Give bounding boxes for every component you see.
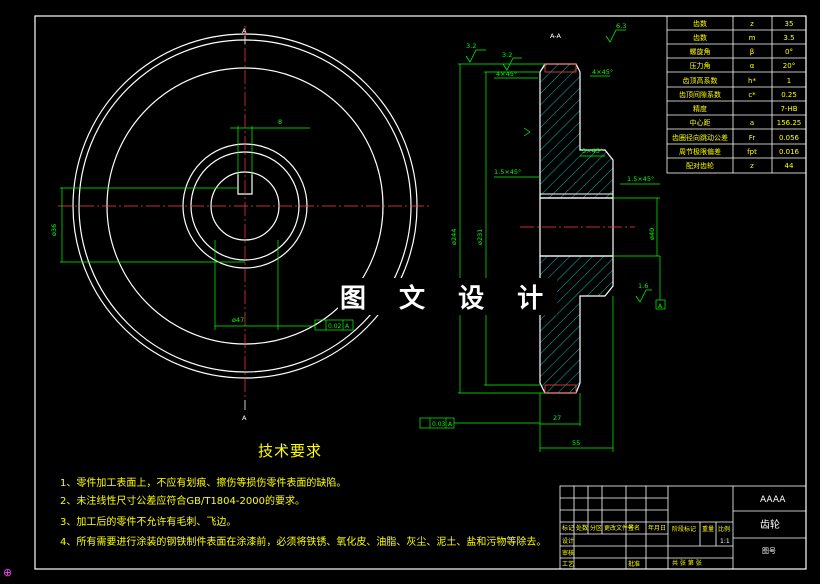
- param-name: 齿数: [693, 19, 707, 28]
- title-block-text: AAAA 齿轮 图号 1:1 标记 处数 分区 更改文件号 签名 年月日 设计 …: [562, 495, 786, 568]
- param-value: 0.25: [781, 91, 797, 99]
- col-label: 分区: [590, 524, 602, 532]
- front-datum: A: [345, 323, 350, 330]
- parameter-table-text: 齿数 z 35 齿数 m 3.5 螺旋角 β 0° 压力角 α 20° 齿顶高系…: [672, 19, 801, 170]
- param-symbol: Fr: [749, 134, 756, 142]
- tech-requirement-line: 2、未注线性尺寸公差应符合GB/T1804-2000的要求。: [60, 496, 305, 507]
- row-label: 工艺: [562, 560, 574, 568]
- scale-value: 1:1: [720, 538, 730, 545]
- param-name: 齿数: [693, 33, 707, 42]
- dia-root: ø231: [476, 229, 484, 245]
- company-name: AAAA: [760, 495, 786, 505]
- section-datum-ref: A: [448, 421, 453, 428]
- param-value: 1: [787, 77, 791, 85]
- param-symbol: fpt: [747, 148, 757, 156]
- col-label: 标记: [562, 524, 574, 532]
- param-symbol: z: [750, 20, 754, 28]
- drawing-number: 图号: [762, 547, 776, 555]
- tech-requirement-line: 4、所有需要进行涂装的钢铁制件表面在涂漆前，必须将铁锈、氧化皮、油脂、灰尘、泥土…: [60, 537, 547, 548]
- ratio-label: 比例: [718, 525, 730, 533]
- front-view-dimensions: [60, 126, 354, 331]
- roughness-top: 3.2: [466, 42, 476, 50]
- width-rim: 27: [553, 414, 561, 422]
- chamfer-hub-right: 1.5×45°: [627, 175, 654, 183]
- chamfer-top-left: 4×45°: [496, 70, 517, 78]
- col-label: 年月日: [648, 524, 666, 532]
- param-value: 0.056: [779, 134, 800, 142]
- param-symbol: z: [750, 162, 754, 170]
- param-value: 0.016: [779, 148, 800, 156]
- front-tol-value: 0.02: [328, 323, 342, 330]
- corner-mark-icon: ⊕: [3, 566, 13, 579]
- param-name: 精度: [693, 104, 707, 113]
- param-value: 0°: [785, 48, 793, 56]
- chamfer-top-right: 4×45°: [592, 68, 613, 76]
- row-label: 批准: [628, 560, 640, 568]
- param-name: 中心距: [690, 118, 711, 127]
- param-name: 齿顶高系数: [683, 76, 718, 85]
- stage-label: 阶段标记: [672, 525, 696, 533]
- param-name: 压力角: [690, 61, 711, 70]
- roughness-side: 3.2: [502, 51, 512, 59]
- param-value: 35: [785, 20, 794, 28]
- chamfer-hub: 3×45°: [582, 147, 603, 155]
- hub-dia-dim: ø36: [50, 224, 58, 236]
- param-name: 螺旋角: [690, 47, 711, 56]
- weight-label: 重量: [702, 525, 714, 533]
- param-symbol: m: [749, 34, 756, 42]
- param-value: 44: [785, 162, 794, 170]
- tech-requirement-line: 1、零件加工表面上，不应有划痕、擦伤等损伤零件表面的缺陷。: [60, 478, 347, 489]
- watermark-text: 图 文 设 计: [338, 278, 558, 315]
- roughness-corner: 6.3: [616, 22, 626, 30]
- row-label: 设计: [562, 537, 574, 545]
- chamfer-left-lower: 1.5×45°: [494, 168, 521, 176]
- param-symbol: a: [750, 119, 754, 127]
- front-view-centerlines: [58, 26, 432, 398]
- sheet-footer: 共 张 第 张: [672, 559, 702, 567]
- col-label: 签名: [628, 524, 640, 532]
- param-symbol: β: [750, 48, 754, 56]
- tech-requirement-line: 3、加工后的零件不允许有毛刺、飞边。: [60, 517, 237, 528]
- param-name: 配对齿轮: [686, 161, 714, 170]
- param-name: 齿顶间隙系数: [679, 90, 721, 99]
- part-name: 齿轮: [760, 518, 780, 531]
- dia-bore: ø40: [648, 228, 656, 240]
- tech-requirements-title: 技术要求: [258, 442, 323, 460]
- param-value: 3.5: [783, 34, 794, 42]
- view-label-top: A: [242, 27, 247, 35]
- dia-tip: ø244: [450, 229, 458, 245]
- row-label: 审核: [562, 549, 574, 557]
- bore-dim: ø47: [232, 316, 244, 324]
- param-symbol: α: [750, 62, 755, 70]
- param-symbol: h*: [748, 77, 756, 85]
- view-label-bottom: A: [242, 414, 247, 422]
- roughness-bottom: 1.6: [638, 282, 648, 290]
- section-tol-value: 0.03: [432, 421, 446, 428]
- param-value: 20°: [783, 62, 795, 70]
- col-label: 处数: [576, 524, 588, 532]
- param-value: 156.25: [777, 119, 802, 127]
- param-symbol: c*: [748, 91, 756, 99]
- param-name: 周节极限偏差: [679, 147, 721, 156]
- section-label: A-A: [550, 32, 562, 40]
- param-name: 齿圈径向跳动公差: [672, 133, 728, 142]
- width-total: 55: [572, 439, 580, 447]
- keyway-dim: 8: [278, 118, 282, 126]
- gear-section-view: [520, 63, 635, 394]
- section-lower-half: [539, 255, 614, 394]
- section-upper-half: [539, 63, 614, 199]
- param-value: 7-HB: [780, 105, 797, 113]
